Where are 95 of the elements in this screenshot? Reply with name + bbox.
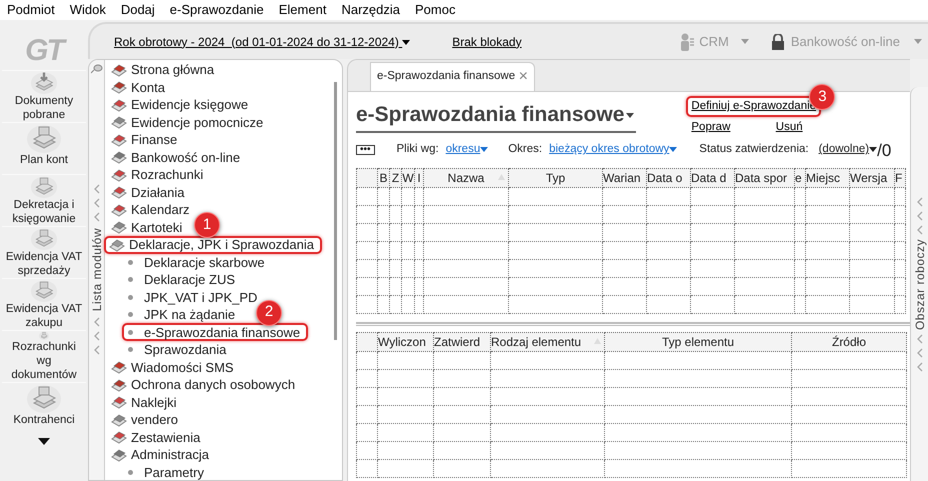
module-item[interactable]: Deklaracje, JPK i Sprawozdania [104, 236, 322, 254]
nav-item[interactable]: Plan kont [18, 153, 70, 167]
nav-item[interactable]: Dokumenty pobrane [2, 94, 86, 122]
module-item[interactable]: Bankowość on-line [106, 148, 248, 166]
module-item[interactable]: Ewidencje księgowe [106, 96, 256, 114]
files-label: Pliki wg: [396, 142, 439, 158]
bullet-icon [128, 312, 133, 318]
status-dropdown[interactable]: (dowolne) [818, 141, 878, 159]
module-icon [111, 150, 127, 164]
bullet-icon [128, 260, 133, 265]
person-icon [679, 32, 696, 50]
document-stack-icon[interactable] [26, 123, 62, 153]
module-item[interactable]: Administracja [106, 446, 218, 464]
module-subitem[interactable]: Deklaracje ZUS [122, 270, 244, 289]
module-item[interactable]: Strona główna [106, 60, 222, 79]
collapse-icon[interactable] [916, 362, 924, 372]
module-icon [111, 115, 127, 130]
fiscal-year-dropdown[interactable]: Rok obrotowy - 2024 (od 01-01-2024 do 31-12-2024) [114, 32, 410, 50]
menu-item[interactable]: Element [278, 0, 326, 20]
module-icon [111, 168, 127, 182]
menu-item[interactable]: Widok [70, 0, 106, 20]
nav-item[interactable]: Ewidencja VAT zakupu [2, 302, 86, 330]
nav-item[interactable]: Ewidencja VAT sprzedaży [2, 250, 86, 278]
module-item[interactable]: Działania [106, 183, 192, 202]
dropdown-caret-icon[interactable] [402, 40, 410, 45]
action-link[interactable]: Popraw [686, 117, 736, 138]
module-item[interactable]: Zestawienia [106, 428, 208, 446]
record-count: /0 [877, 142, 892, 158]
collapse-icon[interactable] [92, 331, 100, 342]
scroll-down-icon[interactable] [38, 438, 50, 445]
module-icon [111, 412, 127, 427]
status-label: Status zatwierdzenia: [699, 142, 809, 158]
collapse-icon[interactable] [916, 348, 924, 358]
module-item[interactable]: Ewidencje pomocnicze [106, 113, 272, 132]
period-label: Okres: [508, 142, 542, 158]
document-tab[interactable]: e-Sprawozdania finansowe × [370, 62, 535, 91]
dropdown-caret-icon[interactable] [626, 112, 634, 118]
step-marker: 2 [256, 300, 282, 326]
action-link[interactable]: Usuń [770, 117, 808, 138]
nav-item[interactable]: Kontrahenci [11, 413, 77, 427]
module-subitem[interactable]: Sprawozdania [122, 340, 234, 359]
dropdown-caret-icon[interactable] [869, 146, 878, 152]
menu-item[interactable]: Narzędzia [341, 0, 400, 20]
module-icon [111, 62, 127, 77]
document-stack-icon[interactable] [26, 383, 62, 413]
module-icon [111, 378, 127, 392]
bullet-icon [128, 294, 133, 300]
more-button[interactable]: ••• [356, 145, 375, 155]
module-item[interactable]: Konta [106, 78, 173, 96]
panel-title: Obszar roboczy [912, 239, 928, 330]
module-icon [111, 360, 127, 374]
bullet-icon [128, 347, 133, 352]
module-icon [111, 132, 127, 147]
module-icon [111, 202, 127, 217]
bullet-icon [128, 470, 133, 475]
collapse-icon[interactable] [92, 317, 100, 328]
module-icon [111, 220, 127, 234]
module-item[interactable]: Kartoteki [106, 218, 190, 236]
step-marker: 1 [194, 212, 220, 238]
collapse-icon[interactable] [916, 334, 924, 344]
module-subitem[interactable]: JPK na żądanie [122, 306, 244, 324]
module-icon [111, 98, 127, 112]
module-icon [111, 80, 127, 94]
menu-item[interactable]: Dodaj [120, 0, 155, 20]
period-dropdown[interactable]: bieżący okres obrotowy [549, 141, 678, 159]
collapse-icon[interactable] [92, 345, 100, 356]
bullet-icon [128, 330, 133, 335]
bullet-icon [128, 277, 133, 282]
scrollbar[interactable] [334, 82, 336, 340]
nav-item[interactable]: Dekretacja i księgowanie [2, 198, 86, 226]
page-title[interactable]: e-Sprawozdania finansowe [356, 99, 636, 132]
module-item[interactable]: Ochrona danych osobowych [106, 376, 304, 394]
module-subitem[interactable]: Parametry [122, 463, 212, 480]
menu-item[interactable]: Podmiot [7, 0, 55, 20]
module-item[interactable]: Finanse [106, 130, 186, 149]
module-item[interactable]: Wiadomości SMS [106, 358, 242, 376]
lock-status-link[interactable]: Brak blokady [452, 32, 522, 50]
module-icon [109, 238, 125, 252]
nav-item[interactable]: Rozrachunki wg dokumentów [2, 340, 86, 382]
menu-item[interactable]: Pomoc [414, 0, 456, 20]
lock-icon [770, 34, 785, 50]
module-item[interactable]: vendero [106, 410, 186, 429]
module-subitem[interactable]: Deklaracje skarbowe [122, 253, 273, 272]
column-header[interactable]: Typ [546, 171, 566, 185]
menu-item[interactable]: e-Sprawozdanie [170, 0, 264, 20]
module-icon [111, 430, 127, 444]
module-icon [111, 395, 127, 410]
module-icon [111, 448, 127, 462]
module-icon [111, 185, 127, 200]
module-subitem[interactable]: e-Sprawozdania finansowe [122, 323, 308, 342]
close-icon[interactable]: × [518, 69, 528, 85]
files-dropdown[interactable]: okresu [446, 141, 488, 159]
module-item[interactable]: Rozrachunki [106, 166, 212, 184]
module-item[interactable]: Naklejki [106, 393, 185, 412]
panel-title: Lista modułów [89, 228, 104, 312]
